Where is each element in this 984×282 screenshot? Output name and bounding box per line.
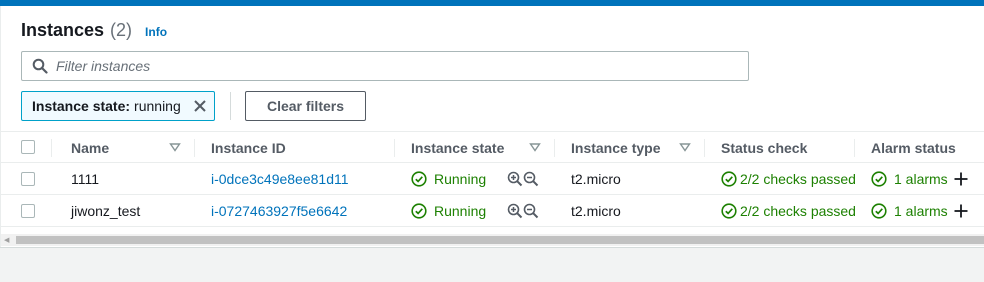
check-circle-icon: [721, 203, 737, 219]
search-icon: [32, 58, 48, 74]
instances-panel: Instances (2) Info Instance state: runni…: [0, 6, 984, 247]
status-check: 2/2 checks passed: [740, 203, 856, 219]
add-alarm-icon[interactable]: [953, 171, 969, 187]
table-header-row: Name Instance ID Instance state Instance…: [1, 131, 984, 163]
horizontal-scrollbar[interactable]: ◀: [1, 234, 984, 246]
filter-token: Instance state: running: [21, 91, 215, 121]
zoom-out-icon[interactable]: [523, 203, 539, 219]
check-circle-icon: [721, 171, 737, 187]
check-circle-icon: [411, 203, 427, 219]
column-separator: [854, 139, 855, 157]
zoom-in-icon[interactable]: [507, 171, 523, 187]
column-header-instance-id[interactable]: Instance ID: [211, 140, 286, 156]
close-icon[interactable]: [192, 98, 208, 114]
instance-count: (2): [110, 20, 133, 40]
panel-header: Instances (2) Info: [21, 20, 167, 41]
table-row[interactable]: jiwonz_test i-0727463927f5e6642 Running …: [1, 195, 984, 227]
instance-id-link[interactable]: i-0727463927f5e6642: [211, 203, 347, 219]
page-title: Instances: [21, 20, 105, 40]
column-header-alarm-status[interactable]: Alarm status: [871, 140, 956, 156]
column-separator: [554, 139, 555, 157]
row-checkbox[interactable]: [21, 204, 35, 218]
instance-name: jiwonz_test: [71, 203, 141, 219]
sort-icon[interactable]: [679, 141, 691, 153]
column-header-status-check[interactable]: Status check: [721, 140, 807, 156]
toolbar-divider: [230, 92, 231, 120]
filter-token-value: running: [134, 98, 181, 114]
search-input[interactable]: [56, 58, 736, 74]
instance-state: Running: [434, 203, 487, 219]
column-header-instance-type[interactable]: Instance type: [571, 140, 660, 156]
scroll-left-icon[interactable]: ◀: [4, 236, 9, 244]
footer-area: [0, 247, 984, 282]
clear-filters-button[interactable]: Clear filters: [245, 91, 366, 121]
sort-icon[interactable]: [529, 141, 541, 153]
column-separator: [704, 139, 705, 157]
instance-state: Running: [434, 171, 487, 187]
add-alarm-icon[interactable]: [953, 203, 969, 219]
column-header-instance-state[interactable]: Instance state: [411, 140, 504, 156]
instance-id-link[interactable]: i-0dce3c49e8ee81d11: [211, 171, 349, 187]
instance-type: t2.micro: [571, 171, 621, 187]
column-separator: [394, 139, 395, 157]
check-circle-icon: [411, 171, 427, 187]
filter-search-box[interactable]: [21, 51, 749, 81]
check-circle-icon: [871, 171, 887, 187]
instance-type: t2.micro: [571, 203, 621, 219]
select-all-checkbox[interactable]: [21, 140, 35, 154]
check-circle-icon: [871, 203, 887, 219]
zoom-in-icon[interactable]: [507, 203, 523, 219]
alarm-status-link[interactable]: 1 alarms: [894, 171, 948, 187]
column-header-name[interactable]: Name: [71, 140, 109, 156]
zoom-out-icon[interactable]: [523, 171, 539, 187]
table-row[interactable]: 1111 i-0dce3c49e8ee81d11 Running t2.micr…: [1, 163, 984, 195]
filter-token-key: Instance state:: [32, 98, 131, 114]
info-link[interactable]: Info: [145, 25, 167, 39]
column-separator: [51, 139, 52, 157]
status-check: 2/2 checks passed: [740, 171, 856, 187]
alarm-status-link[interactable]: 1 alarms: [894, 203, 948, 219]
scrollbar-thumb[interactable]: [16, 236, 984, 244]
column-separator: [194, 139, 195, 157]
row-checkbox[interactable]: [21, 172, 35, 186]
instance-name: 1111: [71, 171, 100, 187]
sort-icon[interactable]: [169, 141, 181, 153]
